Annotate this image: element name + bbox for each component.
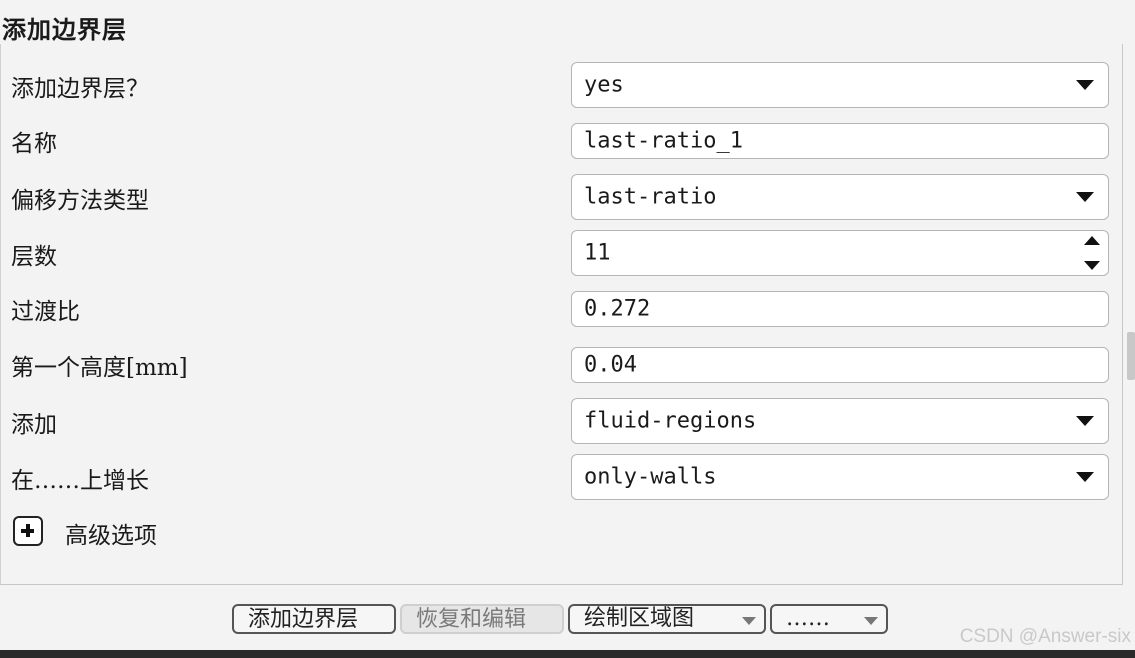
- row-name: 名称 last-ratio_1: [1, 117, 1122, 165]
- layers-spinner[interactable]: 11: [571, 230, 1109, 276]
- revert-and-edit-button: 恢复和编辑: [400, 604, 564, 634]
- add-boundary-layer-label: 添加边界层？: [11, 76, 149, 102]
- add-to-dropdown[interactable]: fluid-regions: [571, 398, 1109, 444]
- grow-on-label: 在……上增长: [11, 468, 149, 494]
- chevron-down-icon[interactable]: [864, 617, 878, 625]
- spin-up-icon[interactable]: [1084, 236, 1100, 245]
- bottom-bar: [0, 650, 1135, 658]
- transition-ratio-label: 过渡比: [11, 299, 80, 325]
- first-height-label: 第一个高度[mm]: [11, 355, 188, 381]
- grow-on-dropdown[interactable]: only-walls: [571, 454, 1109, 500]
- row-first-height: 第一个高度[mm] 0.04: [1, 341, 1122, 389]
- dropdown-arrow-icon: [1076, 192, 1094, 202]
- layers-label: 层数: [11, 244, 57, 270]
- more-options-button[interactable]: ……: [770, 604, 888, 634]
- name-input[interactable]: last-ratio_1: [571, 123, 1109, 159]
- add-boundary-layer-button[interactable]: 添加边界层: [232, 604, 396, 634]
- grow-on-value: only-walls: [584, 464, 717, 490]
- draw-zone-plot-button[interactable]: 绘制区域图: [568, 604, 766, 634]
- dropdown-arrow-icon: [1076, 80, 1094, 90]
- first-height-input[interactable]: 0.04: [571, 347, 1109, 383]
- plus-icon[interactable]: [13, 516, 43, 546]
- transition-ratio-value: 0.272: [584, 296, 651, 322]
- row-add-boundary-layer: 添加边界层？ yes: [1, 62, 1122, 110]
- offset-method-dropdown[interactable]: last-ratio: [571, 174, 1109, 220]
- watermark: CSDN @Answer-six: [959, 626, 1131, 647]
- name-label: 名称: [11, 131, 57, 157]
- dropdown-arrow-icon: [1076, 472, 1094, 482]
- row-transition-ratio: 过渡比 0.272: [1, 285, 1122, 333]
- scrollbar-thumb[interactable]: [1127, 332, 1135, 380]
- first-height-value: 0.04: [584, 352, 637, 378]
- layers-value: 11: [584, 240, 611, 266]
- row-layers: 层数 11: [1, 230, 1122, 278]
- transition-ratio-input[interactable]: 0.272: [571, 291, 1109, 327]
- offset-method-label: 偏移方法类型: [11, 188, 149, 214]
- spinner-arrows-icon[interactable]: [1084, 234, 1102, 272]
- row-offset-method: 偏移方法类型 last-ratio: [1, 174, 1122, 222]
- draw-zone-plot-label: 绘制区域图: [584, 606, 695, 631]
- add-boundary-layer-value: yes: [584, 72, 624, 98]
- row-add-to: 添加 fluid-regions: [1, 398, 1122, 446]
- add-to-label: 添加: [11, 412, 57, 438]
- add-boundary-layer-dropdown[interactable]: yes: [571, 62, 1109, 108]
- row-grow-on: 在……上增长 only-walls: [1, 454, 1122, 502]
- section-title: 添加边界层: [2, 16, 127, 44]
- spin-down-icon[interactable]: [1084, 261, 1100, 270]
- offset-method-value: last-ratio: [584, 184, 717, 210]
- name-value: last-ratio_1: [584, 128, 743, 154]
- add-to-value: fluid-regions: [584, 408, 757, 434]
- boundary-layer-panel: 添加边界层？ yes 名称 last-ratio_1 偏移方法类型 last-r…: [0, 44, 1123, 585]
- dropdown-arrow-icon: [1076, 416, 1094, 426]
- chevron-down-icon[interactable]: [742, 617, 756, 625]
- more-options-label: ……: [786, 606, 830, 631]
- advanced-options-label: 高级选项: [65, 523, 157, 549]
